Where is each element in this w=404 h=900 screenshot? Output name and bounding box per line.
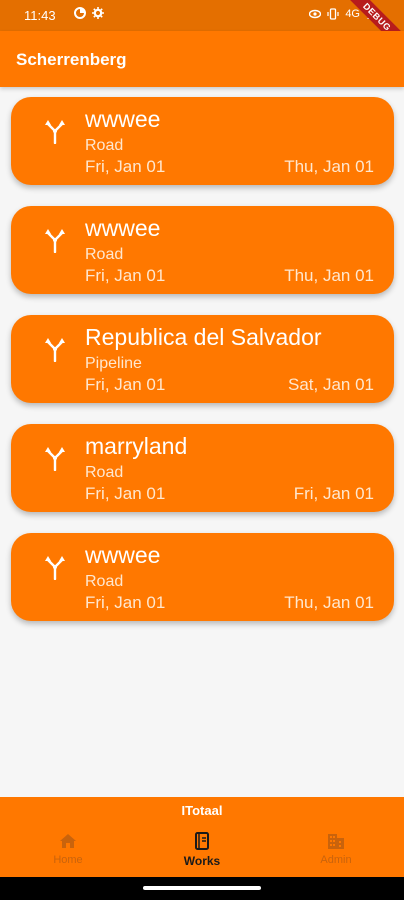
- work-start-date: Fri, Jan 01: [85, 593, 166, 612]
- data-saver-icon: [74, 7, 86, 19]
- nav-label: Home: [53, 854, 83, 866]
- work-card[interactable]: wwwee Road Fri, Jan 01 Thu, Jan 01: [11, 533, 394, 621]
- home-icon: [60, 834, 76, 848]
- work-name: wwwee: [85, 106, 161, 132]
- work-card[interactable]: wwwee Road Fri, Jan 01 Thu, Jan 01: [11, 97, 394, 185]
- bottom-navigation: ITotaal Home Works Admin: [0, 797, 404, 877]
- work-type: Road: [85, 246, 124, 263]
- gesture-handle[interactable]: [143, 886, 261, 890]
- nav-item-works[interactable]: Works: [147, 831, 257, 868]
- system-nav-bar: [0, 877, 404, 900]
- page-title: Scherrenberg: [16, 50, 127, 69]
- work-start-date: Fri, Jan 01: [85, 266, 166, 285]
- status-left-icons: [74, 7, 104, 19]
- work-type: Pipeline: [85, 355, 142, 372]
- work-type: Road: [85, 573, 124, 590]
- app-bar: Scherrenberg: [0, 31, 404, 87]
- book-icon: [195, 832, 209, 850]
- nav-label: Works: [183, 854, 221, 868]
- work-end-date: Thu, Jan 01: [284, 157, 374, 176]
- work-name: wwwee: [85, 215, 161, 241]
- work-card[interactable]: marryland Road Fri, Jan 01 Fri, Jan 01: [11, 424, 394, 512]
- nav-label: Admin: [320, 854, 352, 866]
- eye-icon: [309, 9, 322, 19]
- work-end-date: Thu, Jan 01: [284, 266, 374, 285]
- work-start-date: Fri, Jan 01: [85, 484, 166, 503]
- fork-icon: [45, 447, 65, 471]
- work-type: Road: [85, 137, 124, 154]
- settings-icon: [92, 7, 104, 19]
- work-end-date: Thu, Jan 01: [284, 593, 374, 612]
- fork-icon: [45, 556, 65, 580]
- work-start-date: Fri, Jan 01: [85, 375, 166, 394]
- work-end-date: Sat, Jan 01: [287, 375, 374, 394]
- status-time: 11:43: [24, 8, 56, 23]
- work-start-date: Fri, Jan 01: [85, 157, 166, 176]
- fork-icon: [45, 229, 65, 253]
- fork-icon: [45, 338, 65, 362]
- network-type: 4G: [345, 8, 360, 20]
- status-bar: 11:43 4G DEBUG: [0, 0, 404, 61]
- vibrate-icon: [327, 8, 339, 20]
- nav-item-admin[interactable]: Admin: [281, 831, 391, 866]
- work-name: marryland: [85, 433, 188, 459]
- work-card[interactable]: Republica del Salvador Pipeline Fri, Jan…: [11, 315, 394, 403]
- work-end-date: Fri, Jan 01: [293, 484, 374, 503]
- work-name: Republica del Salvador: [85, 324, 322, 350]
- fork-icon: [45, 120, 65, 144]
- work-type: Road: [85, 464, 124, 481]
- nav-item-home[interactable]: Home: [13, 831, 123, 866]
- nav-header: ITotaal: [181, 803, 223, 818]
- building-icon: [328, 834, 344, 849]
- work-name: wwwee: [85, 542, 161, 568]
- work-card[interactable]: wwwee Road Fri, Jan 01 Thu, Jan 01: [11, 206, 394, 294]
